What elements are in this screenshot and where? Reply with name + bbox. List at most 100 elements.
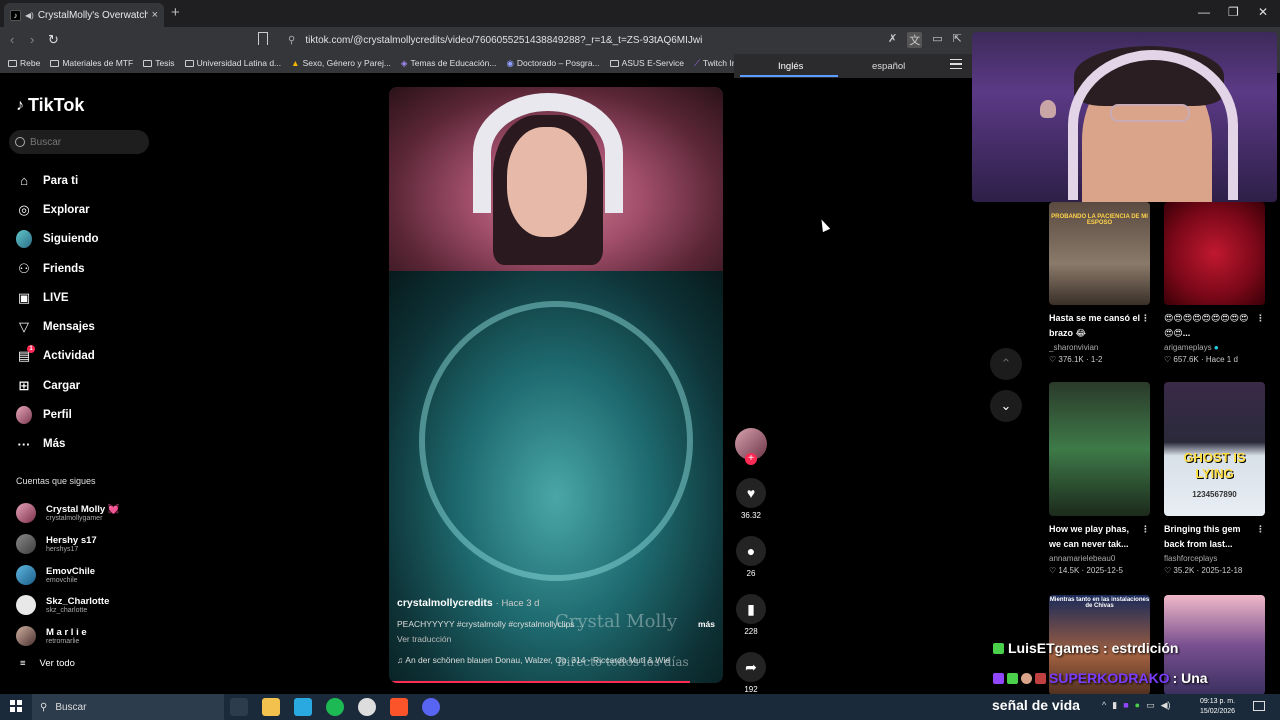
recommended-card[interactable]: 😍😍😍😍😍😍😍😍😍😍😍... ⋮ arigameplays ● ♡ 657.6K … xyxy=(1164,202,1265,364)
tab-close-icon[interactable]: × xyxy=(152,9,158,21)
bookmark-item[interactable]: ◉ Doctorado – Posgra... xyxy=(506,58,599,69)
nav-item-mas[interactable]: ··· Más xyxy=(16,430,166,459)
recommended-card[interactable]: How we play phas, we can never tak... ⋮ a… xyxy=(1049,382,1150,575)
translate-icon[interactable]: 文 xyxy=(907,32,923,48)
tray-app-icon[interactable]: ● xyxy=(1135,700,1140,711)
bookmark-item[interactable]: ◈ Temas de Educación... xyxy=(401,58,497,69)
previous-video-button[interactable]: ⌃ xyxy=(990,348,1022,380)
recommended-card[interactable]: PROBANDO LA PACIENCIA DE MI ESPOSO Hasta… xyxy=(1049,202,1150,364)
restore-button[interactable]: ❐ xyxy=(1228,5,1239,19)
bookmark-item[interactable]: ASUS E-Service xyxy=(609,58,684,68)
chat-message-continuation: señal de vida xyxy=(992,697,1080,713)
following-item[interactable]: Hershy s17 hershys17 xyxy=(16,529,176,560)
windows-start-icon[interactable] xyxy=(10,700,22,712)
translate-source-tab[interactable]: Inglés xyxy=(778,61,803,72)
creator-avatar[interactable]: + xyxy=(735,428,767,465)
following-item[interactable]: M a r l i e retromarlie xyxy=(16,621,176,652)
reload-icon[interactable]: ↻ xyxy=(48,32,59,48)
share-icon[interactable]: ⇱ xyxy=(953,32,962,48)
close-window-button[interactable]: ✕ xyxy=(1258,5,1268,19)
like-action[interactable]: ♥ 36.32 xyxy=(733,478,769,520)
tab-title: CrystalMolly's Overwatch Hig xyxy=(37,9,148,21)
file-explorer-icon[interactable] xyxy=(262,698,280,716)
browser-tab[interactable]: ♪ ◀) CrystalMolly's Overwatch Hig × xyxy=(4,3,164,27)
microphone-icon[interactable]: ▮ xyxy=(1112,700,1117,711)
spotify-icon[interactable] xyxy=(326,698,344,716)
following-item[interactable]: Crystal Molly 💓 crystalmollygamer xyxy=(16,498,176,529)
bookmark-page-icon[interactable] xyxy=(258,32,268,45)
bookmark-item[interactable]: Tesis xyxy=(143,58,175,68)
bookmark-item[interactable]: Rebe xyxy=(8,58,40,68)
bookmark-item[interactable]: Universidad Latina d... xyxy=(184,58,281,68)
recommended-card[interactable]: GHOST IS LYING 1234567890 Bringing this … xyxy=(1164,382,1265,575)
card-title: Bringing this gem back from last... ⋮ xyxy=(1164,522,1265,549)
nav-item-mensajes[interactable]: ▽ Mensajes xyxy=(16,312,166,341)
video-progress-bar[interactable] xyxy=(389,681,690,683)
brave-browser-icon[interactable] xyxy=(390,698,408,716)
nav-item-para-ti[interactable]: ⌂ Para ti xyxy=(16,166,166,195)
avatar xyxy=(16,564,36,585)
tiktok-logo[interactable]: ♪ TikTok xyxy=(16,95,84,116)
following-item[interactable]: Skz_Charlotte skz_charlotte xyxy=(16,590,176,621)
bookmark-item[interactable]: ▲ Sexo, Género y Parej... xyxy=(291,58,391,68)
see-all-button[interactable]: ≡ Ver todo xyxy=(20,658,75,669)
nav-item-live[interactable]: ▣ LIVE xyxy=(16,283,166,312)
cast-icon[interactable]: ▭ xyxy=(932,32,942,48)
menu-icon[interactable] xyxy=(950,59,962,69)
notification-icon[interactable] xyxy=(1253,701,1265,711)
card-user[interactable]: arigameplays ● xyxy=(1164,343,1265,352)
card-user[interactable]: flashforceplays xyxy=(1164,554,1265,563)
discord-icon[interactable] xyxy=(422,698,440,716)
more-options-icon[interactable]: ⋮ xyxy=(1141,311,1150,326)
address-bar[interactable]: ⚲ tiktok.com/@crystalmollycredits/video/… xyxy=(280,30,970,50)
minimize-button[interactable]: — xyxy=(1198,5,1210,19)
more-options-icon[interactable]: ⋮ xyxy=(1256,311,1265,326)
save-action[interactable]: ▮ 228 xyxy=(733,594,769,636)
comment-icon[interactable]: ● xyxy=(736,536,766,566)
card-user[interactable]: annamarielebeau0 xyxy=(1049,554,1150,563)
comment-action[interactable]: ● 26 xyxy=(733,536,769,578)
share-arrow-icon[interactable]: ➦ xyxy=(736,652,766,682)
following-handle: retromarlie xyxy=(46,638,80,646)
nav-item-friends[interactable]: ⚇ Friends xyxy=(16,254,166,283)
task-view-icon[interactable] xyxy=(230,698,248,716)
tray-app-icon[interactable]: ■ xyxy=(1123,700,1128,711)
video-player[interactable]: Crystal Molly Directo todos los días cry… xyxy=(389,87,723,683)
volume-icon[interactable]: ◀) xyxy=(1161,700,1171,711)
following-item[interactable]: EmovChile emovchile xyxy=(16,559,176,590)
new-tab-button[interactable]: + xyxy=(171,4,180,21)
more-button[interactable]: más xyxy=(698,619,715,629)
nav-item-siguiendo[interactable]: Siguiendo xyxy=(16,225,166,254)
clock[interactable]: 09:13 p. m. 15/02/2026 xyxy=(1200,697,1235,717)
tray-chevron-icon[interactable]: ^ xyxy=(1102,700,1106,711)
taskbar-search[interactable]: ⚲ Buscar xyxy=(32,694,224,720)
site-settings-icon[interactable]: ⚲ xyxy=(288,35,295,46)
next-video-button[interactable]: ⌄ xyxy=(990,390,1022,422)
nav-item-explorar[interactable]: ◎ Explorar xyxy=(16,195,166,224)
app-icon[interactable] xyxy=(294,698,312,716)
heart-icon[interactable]: ♥ xyxy=(736,478,766,508)
translate-target-tab[interactable]: español xyxy=(872,61,905,72)
forward-arrow-icon[interactable]: › xyxy=(30,32,34,47)
follow-plus-icon[interactable]: + xyxy=(745,453,757,465)
no-translate-icon[interactable]: ✗ xyxy=(888,32,897,48)
back-arrow-icon[interactable]: ‹ xyxy=(10,32,14,47)
video-caption: crystalmollycredits · Hace 3 d PEACHYYYY… xyxy=(397,597,715,665)
more-options-icon[interactable]: ⋮ xyxy=(1256,522,1265,537)
more-options-icon[interactable]: ⋮ xyxy=(1141,522,1150,537)
bookmark-item[interactable]: Materiales de MTF xyxy=(50,58,133,68)
avatar xyxy=(16,534,36,555)
bookmark-icon[interactable]: ▮ xyxy=(736,594,766,624)
app-icon[interactable] xyxy=(358,698,376,716)
search-input[interactable]: Buscar xyxy=(9,130,149,154)
video-music[interactable]: ♫ An der schönen blauen Donau, Walzer, O… xyxy=(397,655,715,665)
card-user[interactable]: _sharonvivian xyxy=(1049,343,1150,352)
nav-item-actividad[interactable]: ▤ 1 Actividad xyxy=(16,342,166,371)
network-icon[interactable]: ▭ xyxy=(1146,700,1155,711)
nav-item-perfil[interactable]: Perfil xyxy=(16,400,166,429)
bookmark-label: ASUS E-Service xyxy=(621,58,684,68)
nav-item-cargar[interactable]: ⊞ Cargar xyxy=(16,371,166,400)
share-action[interactable]: ➦ 192 xyxy=(733,652,769,694)
see-translation-link[interactable]: Ver traducción xyxy=(397,634,715,644)
video-username[interactable]: crystalmollycredits xyxy=(397,597,493,609)
